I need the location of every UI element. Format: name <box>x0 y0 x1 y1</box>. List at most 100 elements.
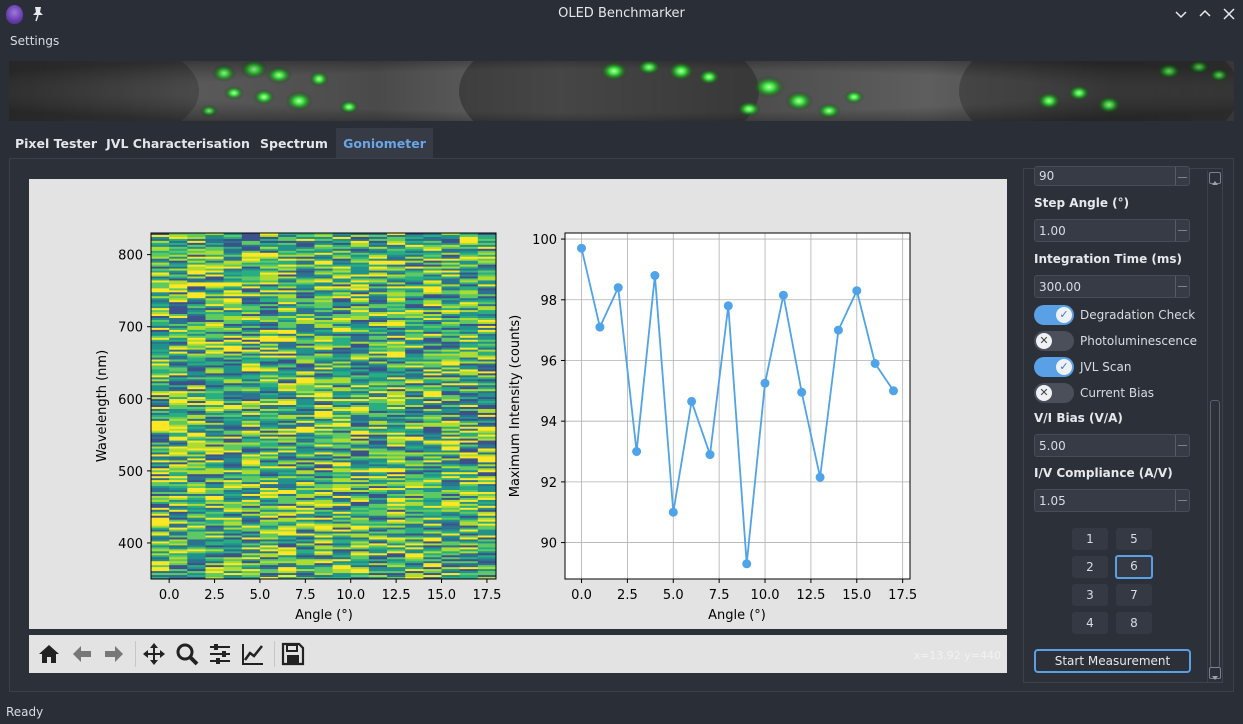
minimize-chevron-icon[interactable] <box>1173 6 1189 22</box>
heatmap-cell <box>187 525 207 528</box>
heatmap-cell <box>223 551 243 554</box>
heatmap-cell <box>405 567 424 570</box>
heatmap-cell <box>459 258 479 261</box>
heatmap-cell <box>423 420 443 424</box>
forward-arrow-icon[interactable] <box>101 641 127 667</box>
heatmap-cell <box>387 571 406 574</box>
heatmap-cell <box>187 436 207 439</box>
pixel-button-7[interactable]: 7 <box>1116 584 1152 606</box>
heatmap-cell <box>405 240 424 244</box>
tab-spectrum[interactable]: Spectrum <box>253 128 335 159</box>
maximize-chevron-icon[interactable] <box>1197 6 1213 22</box>
heatmap-cell <box>423 460 443 463</box>
heatmap-cell <box>223 403 243 406</box>
figure-canvas[interactable]: 0.0 2.5 5.0 7.5 10.0 12.5 15.0 17.5 40050060070… <box>29 179 1007 629</box>
current-bias-toggle[interactable]: ✕ <box>1034 383 1074 403</box>
heatmap-cell <box>387 238 406 242</box>
spin-arrows[interactable] <box>1175 220 1189 241</box>
heatmap-cell <box>368 298 388 301</box>
end-angle-spinbox[interactable]: 90 <box>1034 166 1190 186</box>
heatmap-cell <box>368 573 388 576</box>
close-icon[interactable] <box>1221 6 1237 22</box>
pixel-button-4[interactable]: 4 <box>1072 612 1108 634</box>
heatmap-cell <box>296 519 316 522</box>
pan-move-icon[interactable] <box>141 641 167 667</box>
pixel-button-3[interactable]: 3 <box>1072 584 1108 606</box>
pixel-button-2[interactable]: 2 <box>1072 556 1108 578</box>
heatmap-cell <box>314 397 334 400</box>
scrollbar-thumb[interactable] <box>1210 400 1220 668</box>
heatmap-cell <box>151 357 170 360</box>
heatmap-cell <box>350 478 370 481</box>
scroll-up-arrow-icon[interactable] <box>1209 172 1221 185</box>
spin-arrows[interactable] <box>1175 276 1189 297</box>
heatmap-cell <box>350 351 370 354</box>
heatmap-cell <box>296 432 316 435</box>
menu-settings[interactable]: Settings <box>10 34 59 48</box>
heatmap-cell <box>223 306 243 309</box>
heatmap-cell <box>387 412 406 416</box>
heatmap-cell <box>405 565 424 568</box>
heatmap-cell <box>169 244 188 248</box>
heatmap-cell <box>296 472 316 475</box>
heatmap-cell <box>259 290 279 293</box>
sidebar-scrollbar[interactable] <box>1207 170 1222 682</box>
heatmap-cell <box>187 393 207 396</box>
step-angle-spinbox[interactable]: 1.00 <box>1034 219 1190 242</box>
heatmap-cell <box>241 278 261 281</box>
heatmap-cell <box>387 335 406 339</box>
configure-subplots-icon[interactable] <box>207 641 233 667</box>
heatmap-cell <box>387 264 406 267</box>
spin-arrows[interactable] <box>1175 167 1189 185</box>
home-icon[interactable] <box>36 641 62 667</box>
integration-time-spinbox[interactable]: 300.00 <box>1034 275 1190 298</box>
pixel-button-1[interactable]: 1 <box>1072 528 1108 550</box>
heatmap-cell <box>187 446 207 449</box>
zoom-magnifier-icon[interactable] <box>174 641 200 667</box>
heatmap-cell <box>314 470 334 473</box>
spin-arrows[interactable] <box>1175 490 1189 511</box>
jvl-scan-toggle[interactable]: ✓ <box>1034 357 1074 377</box>
heatmap-cell <box>278 308 297 311</box>
scroll-down-arrow-icon[interactable] <box>1209 667 1221 680</box>
heatmap-cell <box>151 549 170 552</box>
heatmap-cell <box>151 492 170 495</box>
tab-jvl-characterisation[interactable]: JVL Characterisation <box>103 128 253 159</box>
heatmap-cell <box>223 341 243 345</box>
vi-bias-spinbox[interactable]: 5.00 <box>1034 434 1190 457</box>
heatmap-cell <box>296 250 316 254</box>
heatmap-cell <box>314 468 334 471</box>
heatmap-cell <box>368 371 388 374</box>
heatmap-cell <box>405 446 424 449</box>
heatmap-cell <box>296 476 316 479</box>
heatmap-cell <box>151 462 170 465</box>
pixel-button-6[interactable]: 6 <box>1115 555 1153 579</box>
heatmap-cell <box>223 418 243 422</box>
tab-goniometer[interactable]: Goniometer <box>336 128 433 159</box>
heatmap-cell <box>223 244 243 248</box>
heatmap-cell <box>187 276 207 279</box>
heatmap-cell <box>169 310 188 313</box>
heatmap-cell <box>241 537 261 540</box>
save-icon[interactable] <box>280 641 306 667</box>
pixel-button-5[interactable]: 5 <box>1116 528 1152 550</box>
degradation-check-toggle[interactable]: ✓ <box>1034 305 1074 325</box>
heatmap-cell <box>223 246 243 250</box>
tab-pixel-tester[interactable]: Pixel Tester <box>9 128 103 159</box>
spin-arrows[interactable] <box>1175 435 1189 456</box>
heatmap-cell <box>259 571 279 574</box>
iv-compliance-spinbox[interactable]: 1.05 <box>1034 489 1190 512</box>
start-measurement-button[interactable]: Start Measurement <box>1034 649 1191 673</box>
photoluminescence-toggle[interactable]: ✕ <box>1034 331 1074 351</box>
heatmap-cell <box>441 460 461 463</box>
heatmap-cell <box>423 337 443 341</box>
pixel-button-8[interactable]: 8 <box>1116 612 1152 634</box>
heatmap-cell <box>278 337 297 341</box>
heatmap-cell <box>387 482 406 485</box>
heatmap-cell <box>350 335 370 339</box>
edit-axes-icon[interactable] <box>240 641 266 667</box>
heatmap-cell <box>259 274 279 277</box>
back-arrow-icon[interactable] <box>69 641 95 667</box>
heatmap-cell <box>387 519 406 522</box>
heatmap-cell <box>477 302 496 305</box>
